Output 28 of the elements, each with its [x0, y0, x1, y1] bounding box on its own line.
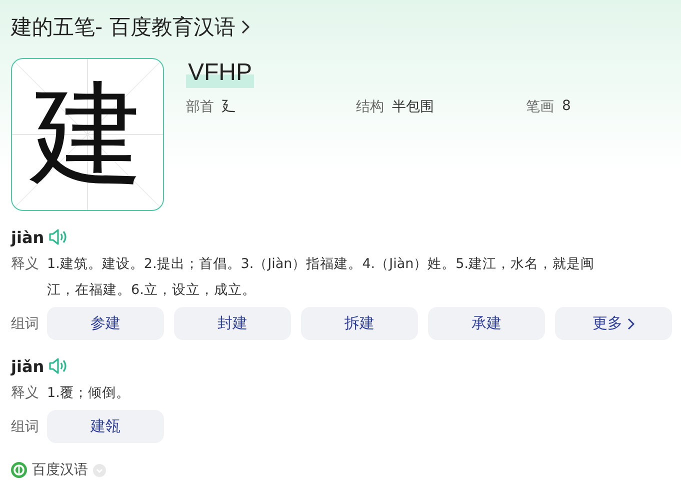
info-value: 廴 — [222, 98, 236, 116]
words-label: 组词 — [11, 418, 39, 436]
speaker-icon[interactable] — [48, 357, 68, 375]
chevron-right-icon — [241, 19, 250, 35]
definition-label: 释义 — [11, 255, 39, 274]
definition-text: 1.覆；倾倒。 — [47, 384, 131, 403]
info-label: 部首 — [186, 98, 214, 116]
logo-icon — [11, 462, 27, 478]
word-button[interactable]: 建瓴 — [47, 410, 164, 443]
word-button[interactable]: 拆建 — [301, 307, 418, 340]
word-button[interactable]: 参建 — [47, 307, 164, 340]
info-value: 半包围 — [392, 98, 434, 116]
pinyin: jiàn — [11, 228, 44, 246]
chevron-right-icon — [626, 316, 634, 330]
definition-label: 释义 — [11, 384, 39, 403]
info-label: 结构 — [356, 98, 384, 116]
more-button[interactable]: 更多 — [555, 307, 672, 340]
definition-text: 1.建筑。建设。2.提出；首倡。3.（Jiàn）指福建。4.（Jiàn）姓。5.建江，水名，就是闽江，在福建。6.立，设立，成立。 — [47, 255, 596, 300]
page-title[interactable]: 建的五笔- 百度教育汉语 — [11, 13, 236, 41]
speaker-icon[interactable] — [48, 228, 68, 246]
word-button[interactable]: 封建 — [174, 307, 291, 340]
character-glyph: 建 — [32, 68, 144, 202]
pinyin: jiǎn — [11, 356, 44, 376]
word-button[interactable]: 承建 — [428, 307, 545, 340]
info-label: 笔画 — [526, 98, 554, 116]
words-label: 组词 — [11, 314, 39, 332]
source-name: 百度汉语 — [32, 461, 88, 479]
info-value: 8 — [562, 98, 571, 116]
